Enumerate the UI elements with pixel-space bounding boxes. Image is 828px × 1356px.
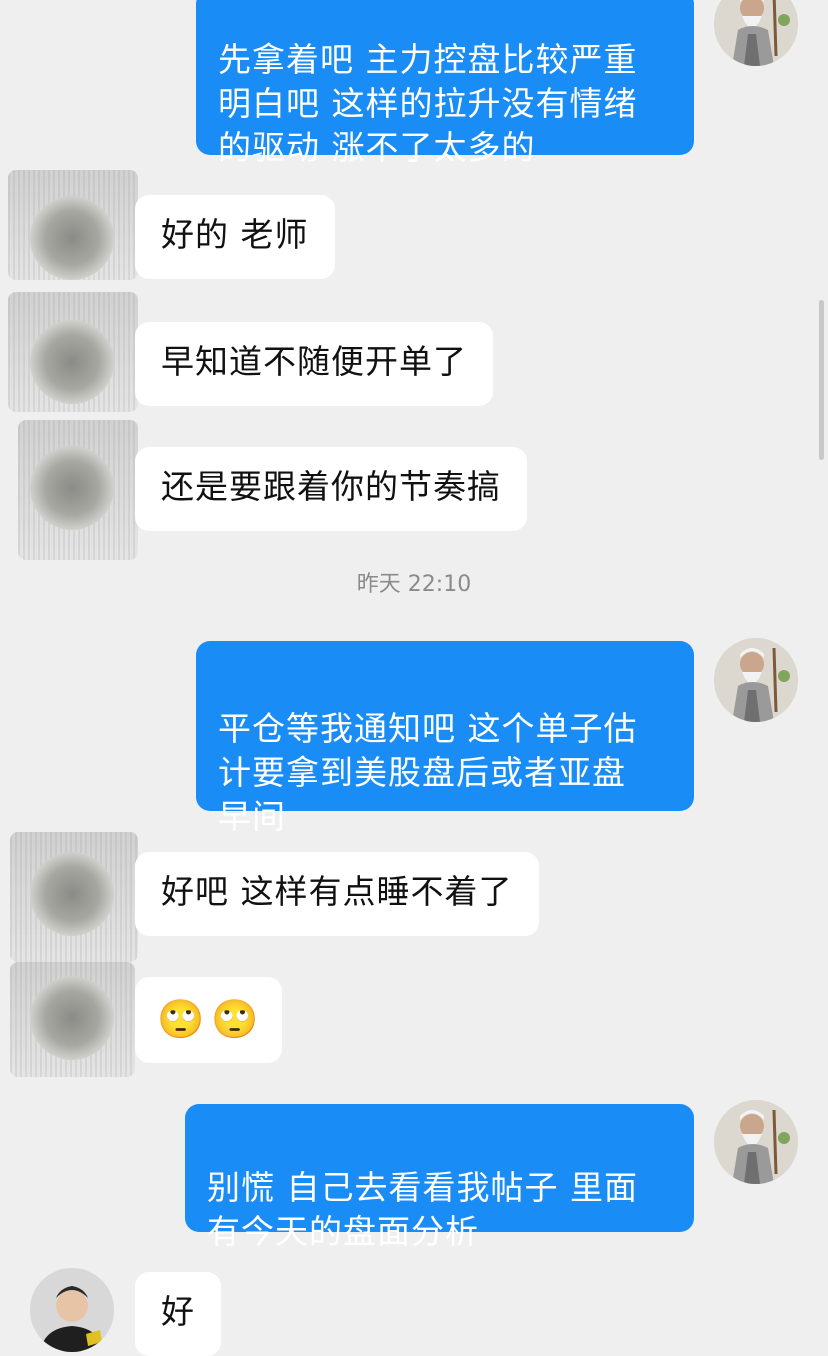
eye-roll-emoji: 🙄: [211, 997, 260, 1041]
elder-avatar-icon[interactable]: [714, 1100, 798, 1184]
timestamp-separator: 昨天 22:10: [356, 572, 472, 597]
incoming-message[interactable]: 🙄 🙄: [135, 977, 282, 1063]
incoming-message[interactable]: 好的 老师: [135, 195, 335, 279]
message-text: 别慌 自己去看看我帖子 里面 有今天的盘面分析: [207, 1168, 638, 1251]
user-avatar-icon[interactable]: [30, 852, 114, 936]
elder-avatar-icon[interactable]: [714, 638, 798, 722]
message-text: 好的 老师: [161, 215, 309, 254]
elder-avatar-icon[interactable]: [714, 0, 798, 66]
outgoing-message[interactable]: 平仓等我通知吧 这个单子估 计要拿到美股盘后或者亚盘 早间: [196, 641, 694, 836]
incoming-message[interactable]: 早知道不随便开单了: [135, 322, 493, 406]
message-text: 先拿着吧 主力控盘比较严重 明白吧 这样的拉升没有情绪 的驱动 涨不了太多的: [218, 40, 638, 167]
chat-thread[interactable]: 先拿着吧 主力控盘比较严重 明白吧 这样的拉升没有情绪 的驱动 涨不了太多的 好…: [0, 0, 828, 1356]
incoming-message[interactable]: 好: [135, 1272, 221, 1356]
message-text: 平仓等我通知吧 这个单子估 计要拿到美股盘后或者亚盘 早间: [218, 709, 638, 836]
user-avatar-icon[interactable]: [30, 320, 114, 404]
message-text: 好吧 这样有点睡不着了: [161, 872, 513, 911]
outgoing-message[interactable]: 别慌 自己去看看我帖子 里面 有今天的盘面分析: [185, 1104, 694, 1251]
incoming-message[interactable]: 还是要跟着你的节奏搞: [135, 447, 527, 531]
eye-roll-emoji: 🙄: [157, 997, 206, 1041]
message-text: 好: [161, 1292, 195, 1331]
user-avatar-icon[interactable]: [30, 446, 114, 530]
scrollbar[interactable]: [819, 300, 824, 460]
outgoing-message[interactable]: 先拿着吧 主力控盘比较严重 明白吧 这样的拉升没有情绪 的驱动 涨不了太多的: [196, 0, 694, 167]
user-avatar-icon[interactable]: [30, 196, 114, 280]
message-text: 还是要跟着你的节奏搞: [161, 467, 501, 506]
message-text: 早知道不随便开单了: [161, 342, 467, 381]
user-avatar-icon[interactable]: [30, 976, 114, 1060]
user-avatar-icon[interactable]: [30, 1268, 114, 1352]
incoming-message[interactable]: 好吧 这样有点睡不着了: [135, 852, 539, 936]
